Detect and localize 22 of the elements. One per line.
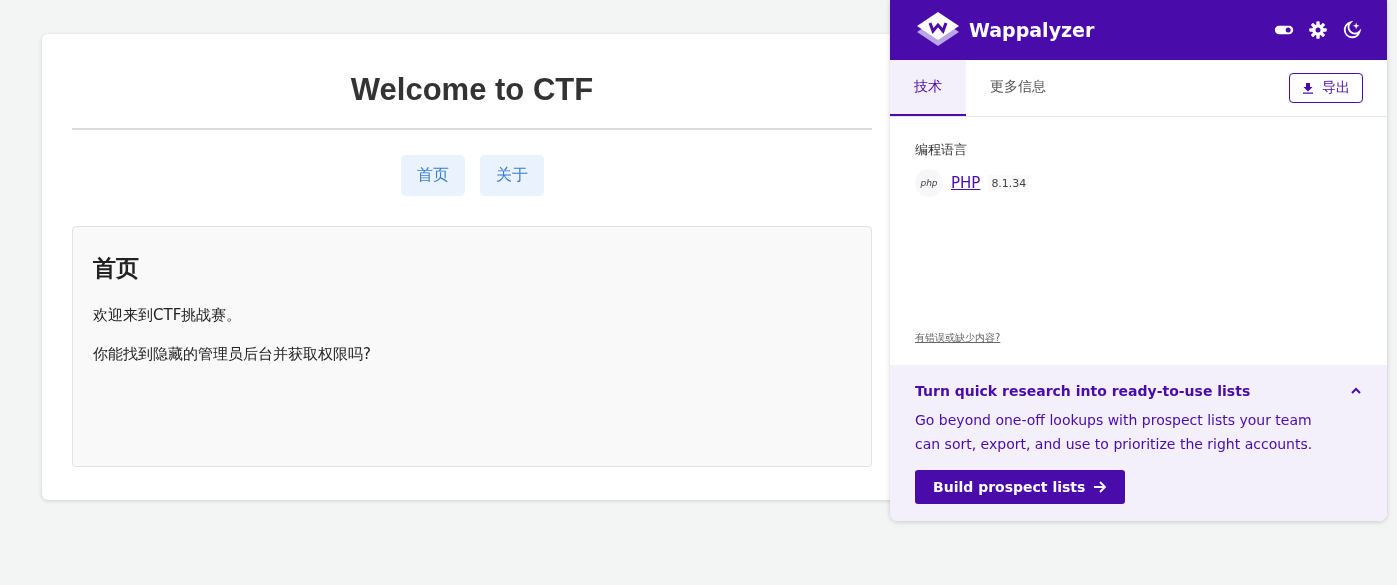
category-name: 编程语言: [915, 141, 968, 159]
moon-icon[interactable]: [1342, 20, 1362, 40]
download-icon: [1302, 82, 1314, 94]
page-title: Welcome to CTF: [349, 71, 595, 109]
technology-link[interactable]: PHP: [951, 174, 981, 192]
tab[interactable]: 更多信息: [966, 60, 1070, 116]
promo-text: Go beyond one-off lookups with prospect lists your team can sort, export, and use to prioritize the right accounts.: [915, 411, 1314, 454]
brand-name: Wappalyzer: [969, 19, 1095, 41]
paragraph: 你能找到隐藏的管理员后台并获取权限吗?: [93, 345, 372, 364]
panel-heading: 首页: [93, 254, 140, 283]
arrow-icon: [1093, 480, 1108, 494]
version-label: 8.1.34: [988, 174, 1030, 192]
nav-link[interactable]: 首页: [400, 155, 465, 196]
export-button[interactable]: 导出: [1289, 73, 1363, 103]
settings-icon[interactable]: [1308, 20, 1328, 40]
nav-link[interactable]: 关于: [479, 155, 544, 196]
paragraph: 欢迎来到CTF挑战赛。: [93, 306, 243, 325]
build-lists-button[interactable]: Build prospect lists: [915, 470, 1126, 504]
php-icon: php: [915, 169, 943, 197]
tab[interactable]: 技术: [890, 60, 966, 116]
promo-title: Turn quick research into ready-to-use lists: [915, 383, 1251, 399]
feedback-link[interactable]: 有错误或缺少内容?: [915, 331, 1362, 345]
